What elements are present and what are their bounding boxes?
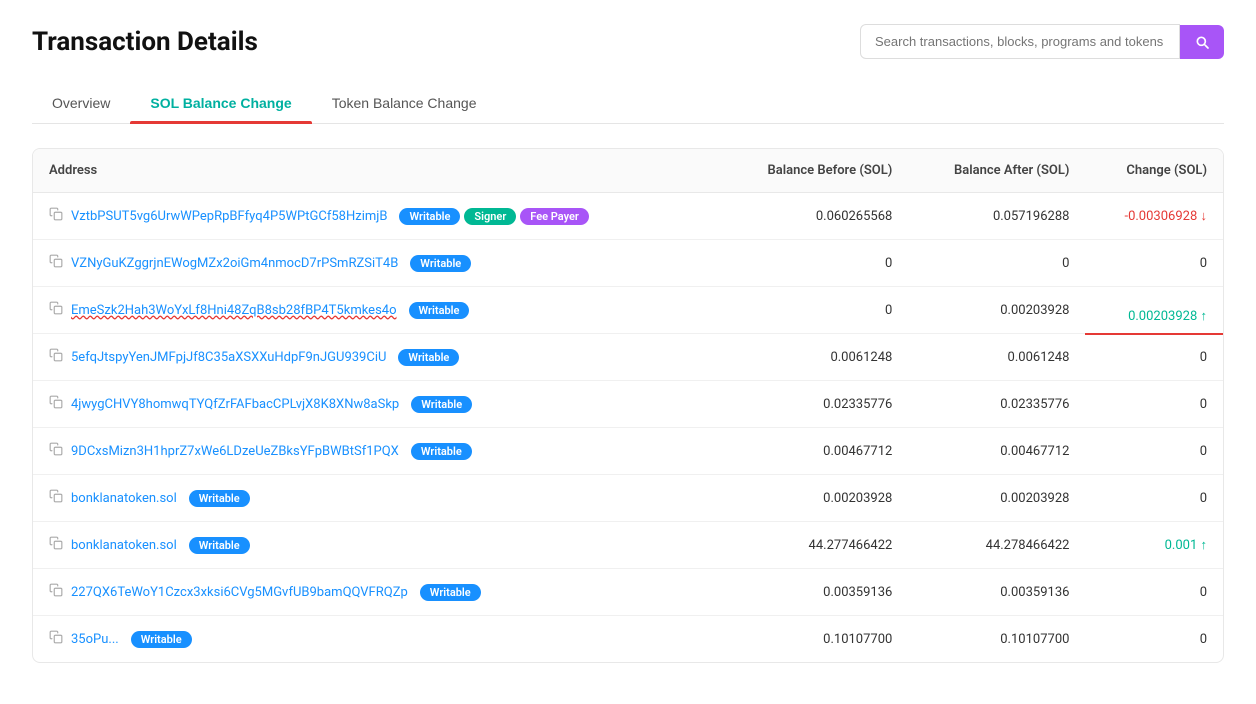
- address-link[interactable]: VZNyGuKZggrjnEWogMZx2oiGm4nmocD7rPSmRZSi…: [71, 256, 398, 271]
- change-value: 0: [1085, 334, 1223, 381]
- badge-writable: Writable: [420, 584, 481, 601]
- badge-group: Writable: [420, 584, 481, 601]
- balance-before: 0: [720, 240, 908, 287]
- balance-after: 0.00467712: [908, 428, 1085, 475]
- tab-sol-balance[interactable]: SOL Balance Change: [130, 83, 311, 123]
- search-input[interactable]: [860, 24, 1180, 59]
- table-row: bonklanatoken.sol Writable 0.002039280.002…: [33, 475, 1223, 522]
- copy-icon[interactable]: [49, 301, 63, 319]
- address-link[interactable]: 4jwygCHVY8homwqTYQfZrFAFbacCPLvjX8K8XNw8…: [71, 397, 399, 412]
- address-link[interactable]: 227QX6TeWoY1Czcx3xksi6CVg5MGvfUB9bamQQVF…: [71, 585, 408, 600]
- address-link[interactable]: bonklanatoken.sol: [71, 491, 177, 506]
- badge-writable: Writable: [399, 208, 460, 225]
- address-link[interactable]: EmeSzk2Hah3WoYxLf8Hni48ZqB8sb28fBP4T5kmk…: [71, 303, 397, 318]
- copy-icon[interactable]: [49, 254, 63, 272]
- balance-after: 0.057196288: [908, 193, 1085, 240]
- tab-overview[interactable]: Overview: [32, 83, 130, 123]
- balance-after: 0.02335776: [908, 381, 1085, 428]
- address-link[interactable]: VztbPSUT5vg6UrwWPepRpBFfyq4P5WPtGCf58Hzi…: [71, 209, 387, 224]
- balance-after: 0.00203928: [908, 287, 1085, 334]
- badge-writable: Writable: [131, 631, 192, 648]
- badge-writable: Writable: [411, 396, 472, 413]
- table-row: 5efqJtspyYenJMFpjJf8C35aXSXXuHdpF9nJGU93…: [33, 334, 1223, 381]
- address-link[interactable]: 5efqJtspyYenJMFpjJf8C35aXSXXuHdpF9nJGU93…: [71, 350, 386, 365]
- change-value: 0: [1085, 475, 1223, 522]
- change-value: 0.001 ↑: [1085, 522, 1223, 569]
- balance-before: 0.060265568: [720, 193, 908, 240]
- table-row: VZNyGuKZggrjnEWogMZx2oiGm4nmocD7rPSmRZSi…: [33, 240, 1223, 287]
- badge-writable: Writable: [398, 349, 459, 366]
- tab-token-balance[interactable]: Token Balance Change: [312, 83, 497, 123]
- badge-group: Writable: [398, 349, 459, 366]
- table-row: VztbPSUT5vg6UrwWPepRpBFfyq4P5WPtGCf58Hzi…: [33, 193, 1223, 240]
- change-value: 0.00203928 ↑: [1085, 287, 1223, 334]
- change-value: 0: [1085, 240, 1223, 287]
- badge-group: Writable: [131, 631, 192, 648]
- badge-writable: Writable: [410, 255, 471, 272]
- copy-icon[interactable]: [49, 348, 63, 366]
- address-link[interactable]: 35oPu...: [71, 632, 119, 647]
- badge-fee-payer: Fee Payer: [520, 208, 589, 225]
- change-value: 0: [1085, 428, 1223, 475]
- copy-icon[interactable]: [49, 583, 63, 601]
- copy-icon[interactable]: [49, 395, 63, 413]
- search-button[interactable]: [1180, 25, 1224, 59]
- balance-before: 44.277466422: [720, 522, 908, 569]
- page-title: Transaction Details: [32, 27, 258, 57]
- copy-icon[interactable]: [49, 442, 63, 460]
- badge-group: Writable: [189, 537, 250, 554]
- address-link[interactable]: bonklanatoken.sol: [71, 538, 177, 553]
- copy-icon[interactable]: [49, 630, 63, 648]
- table-row: bonklanatoken.sol Writable 44.27746642244.…: [33, 522, 1223, 569]
- balance-after: 0: [908, 240, 1085, 287]
- copy-icon[interactable]: [49, 489, 63, 507]
- balance-before: 0.00467712: [720, 428, 908, 475]
- search-bar: [860, 24, 1224, 59]
- balance-before: 0.0061248: [720, 334, 908, 381]
- col-balance-before: Balance Before (SOL): [720, 149, 908, 193]
- table-row: 227QX6TeWoY1Czcx3xksi6CVg5MGvfUB9bamQQVF…: [33, 569, 1223, 616]
- badge-group: WritableSignerFee Payer: [399, 208, 588, 225]
- address-link[interactable]: 9DCxsMizn3H1hprZ7xWe6LDzeUeZBksYFpBWBtSf…: [71, 444, 399, 459]
- badge-writable: Writable: [409, 302, 470, 319]
- balance-before: 0: [720, 287, 908, 334]
- table-row: 9DCxsMizn3H1hprZ7xWe6LDzeUeZBksYFpBWBtSf…: [33, 428, 1223, 475]
- table-row: 35oPu...Writable0.101077000.101077000: [33, 616, 1223, 663]
- balance-after: 0.00203928: [908, 475, 1085, 522]
- badge-writable: Writable: [189, 537, 250, 554]
- balance-after: 0.00359136: [908, 569, 1085, 616]
- balance-before: 0.00359136: [720, 569, 908, 616]
- change-value: 0: [1085, 569, 1223, 616]
- change-value: -0.00306928 ↓: [1085, 193, 1223, 240]
- tab-bar: Overview SOL Balance Change Token Balanc…: [32, 83, 1224, 124]
- balance-after: 0.10107700: [908, 616, 1085, 663]
- change-value: 0: [1085, 616, 1223, 663]
- col-balance-after: Balance After (SOL): [908, 149, 1085, 193]
- badge-group: Writable: [189, 490, 250, 507]
- table-row: EmeSzk2Hah3WoYxLf8Hni48ZqB8sb28fBP4T5kmk…: [33, 287, 1223, 334]
- balance-before: 0.02335776: [720, 381, 908, 428]
- badge-group: Writable: [411, 443, 472, 460]
- badge-writable: Writable: [411, 443, 472, 460]
- balance-before: 0.10107700: [720, 616, 908, 663]
- copy-icon[interactable]: [49, 207, 63, 225]
- badge-group: Writable: [411, 396, 472, 413]
- badge-group: Writable: [409, 302, 470, 319]
- balance-after: 44.278466422: [908, 522, 1085, 569]
- badge-writable: Writable: [189, 490, 250, 507]
- change-value: 0: [1085, 381, 1223, 428]
- col-change: Change (SOL): [1085, 149, 1223, 193]
- balance-before: 0.00203928: [720, 475, 908, 522]
- balance-table: Address Balance Before (SOL) Balance Aft…: [32, 148, 1224, 663]
- copy-icon[interactable]: [49, 536, 63, 554]
- badge-signer: Signer: [464, 208, 516, 225]
- table-row: 4jwygCHVY8homwqTYQfZrFAFbacCPLvjX8K8XNw8…: [33, 381, 1223, 428]
- balance-after: 0.0061248: [908, 334, 1085, 381]
- badge-group: Writable: [410, 255, 471, 272]
- col-address: Address: [33, 149, 720, 193]
